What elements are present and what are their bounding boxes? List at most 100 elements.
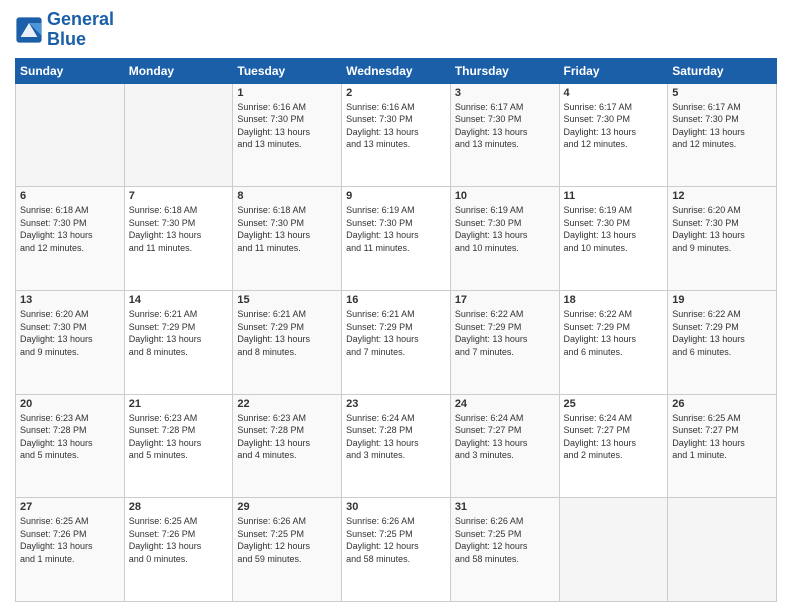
day-number: 25 <box>564 398 664 410</box>
day-info: Sunrise: 6:26 AM Sunset: 7:25 PM Dayligh… <box>455 515 555 565</box>
day-info: Sunrise: 6:19 AM Sunset: 7:30 PM Dayligh… <box>455 204 555 254</box>
day-number: 6 <box>20 190 120 202</box>
calendar-cell: 13Sunrise: 6:20 AM Sunset: 7:30 PM Dayli… <box>16 290 125 394</box>
day-number: 19 <box>672 294 772 306</box>
day-number: 27 <box>20 501 120 513</box>
day-info: Sunrise: 6:23 AM Sunset: 7:28 PM Dayligh… <box>129 412 229 462</box>
day-number: 5 <box>672 87 772 99</box>
day-info: Sunrise: 6:21 AM Sunset: 7:29 PM Dayligh… <box>346 308 446 358</box>
day-number: 23 <box>346 398 446 410</box>
calendar-cell: 19Sunrise: 6:22 AM Sunset: 7:29 PM Dayli… <box>668 290 777 394</box>
day-number: 16 <box>346 294 446 306</box>
day-header-wednesday: Wednesday <box>342 58 451 83</box>
day-info: Sunrise: 6:16 AM Sunset: 7:30 PM Dayligh… <box>237 101 337 151</box>
calendar-cell: 31 Sunrise: 6:26 AM Sunset: 7:25 PM Dayli… <box>450 498 559 602</box>
calendar-week-row: 6 Sunrise: 6:18 AM Sunset: 7:30 PM Daylig… <box>16 187 777 291</box>
calendar-cell: 25 Sunrise: 6:24 AM Sunset: 7:27 PM Dayli… <box>559 394 668 498</box>
day-info: Sunrise: 6:25 AM Sunset: 7:26 PM Dayligh… <box>129 515 229 565</box>
calendar-cell: 8Sunrise: 6:18 AM Sunset: 7:30 PM Daylig… <box>233 187 342 291</box>
day-info: Sunrise: 6:17 AM Sunset: 7:30 PM Dayligh… <box>455 101 555 151</box>
calendar-cell: 29 Sunrise: 6:26 AM Sunset: 7:25 PM Dayli… <box>233 498 342 602</box>
day-info: Sunrise: 6:17 AM Sunset: 7:30 PM Dayligh… <box>564 101 664 151</box>
day-number: 18 <box>564 294 664 306</box>
day-info: Sunrise: 6:21 AM Sunset: 7:29 PM Dayligh… <box>129 308 229 358</box>
day-info: Sunrise: 6:26 AM Sunset: 7:25 PM Dayligh… <box>237 515 337 565</box>
day-info: Sunrise: 6:24 AM Sunset: 7:27 PM Dayligh… <box>564 412 664 462</box>
day-info: Sunrise: 6:18 AM Sunset: 7:30 PM Dayligh… <box>237 204 337 254</box>
day-info: Sunrise: 6:25 AM Sunset: 7:26 PM Dayligh… <box>20 515 120 565</box>
calendar-cell: 26 Sunrise: 6:25 AM Sunset: 7:27 PM Dayli… <box>668 394 777 498</box>
day-number: 20 <box>20 398 120 410</box>
calendar-cell: 3 Sunrise: 6:17 AM Sunset: 7:30 PM Daylig… <box>450 83 559 187</box>
calendar-week-row: 27 Sunrise: 6:25 AM Sunset: 7:26 PM Dayli… <box>16 498 777 602</box>
day-info: Sunrise: 6:16 AM Sunset: 7:30 PM Dayligh… <box>346 101 446 151</box>
day-info: Sunrise: 6:19 AM Sunset: 7:30 PM Dayligh… <box>564 204 664 254</box>
calendar-cell: 11Sunrise: 6:19 AM Sunset: 7:30 PM Dayli… <box>559 187 668 291</box>
calendar-cell: 10 Sunrise: 6:19 AM Sunset: 7:30 PM Dayli… <box>450 187 559 291</box>
day-header-saturday: Saturday <box>668 58 777 83</box>
day-header-monday: Monday <box>124 58 233 83</box>
day-header-friday: Friday <box>559 58 668 83</box>
day-info: Sunrise: 6:17 AM Sunset: 7:30 PM Dayligh… <box>672 101 772 151</box>
calendar-week-row: 13Sunrise: 6:20 AM Sunset: 7:30 PM Dayli… <box>16 290 777 394</box>
day-header-thursday: Thursday <box>450 58 559 83</box>
day-number: 29 <box>237 501 337 513</box>
day-number: 7 <box>129 190 229 202</box>
calendar-cell: 30Sunrise: 6:26 AM Sunset: 7:25 PM Dayli… <box>342 498 451 602</box>
calendar-cell: 12Sunrise: 6:20 AM Sunset: 7:30 PM Dayli… <box>668 187 777 291</box>
calendar-cell <box>668 498 777 602</box>
calendar-cell: 15 Sunrise: 6:21 AM Sunset: 7:29 PM Dayli… <box>233 290 342 394</box>
day-number: 3 <box>455 87 555 99</box>
day-number: 15 <box>237 294 337 306</box>
calendar-header-row: SundayMondayTuesdayWednesdayThursdayFrid… <box>16 58 777 83</box>
day-info: Sunrise: 6:18 AM Sunset: 7:30 PM Dayligh… <box>20 204 120 254</box>
calendar-week-row: 20 Sunrise: 6:23 AM Sunset: 7:28 PM Dayli… <box>16 394 777 498</box>
day-info: Sunrise: 6:19 AM Sunset: 7:30 PM Dayligh… <box>346 204 446 254</box>
day-number: 17 <box>455 294 555 306</box>
day-info: Sunrise: 6:22 AM Sunset: 7:29 PM Dayligh… <box>455 308 555 358</box>
day-number: 4 <box>564 87 664 99</box>
day-number: 31 <box>455 501 555 513</box>
day-info: Sunrise: 6:24 AM Sunset: 7:28 PM Dayligh… <box>346 412 446 462</box>
calendar-cell <box>124 83 233 187</box>
calendar-cell: 7 Sunrise: 6:18 AM Sunset: 7:30 PM Daylig… <box>124 187 233 291</box>
calendar-cell: 20Sunrise: 6:23 AM Sunset: 7:28 PM Dayli… <box>16 394 125 498</box>
calendar-cell: 17 Sunrise: 6:22 AM Sunset: 7:29 PM Dayli… <box>450 290 559 394</box>
day-info: Sunrise: 6:18 AM Sunset: 7:30 PM Dayligh… <box>129 204 229 254</box>
calendar-cell: 24Sunrise: 6:24 AM Sunset: 7:27 PM Dayli… <box>450 394 559 498</box>
logo-text: General <box>47 10 114 30</box>
calendar-cell <box>16 83 125 187</box>
day-number: 14 <box>129 294 229 306</box>
header: General Blue <box>15 10 777 50</box>
day-info: Sunrise: 6:21 AM Sunset: 7:29 PM Dayligh… <box>237 308 337 358</box>
day-number: 1 <box>237 87 337 99</box>
day-number: 2 <box>346 87 446 99</box>
day-number: 28 <box>129 501 229 513</box>
calendar-cell: 14 Sunrise: 6:21 AM Sunset: 7:29 PM Dayli… <box>124 290 233 394</box>
calendar-cell: 2 Sunrise: 6:16 AM Sunset: 7:30 PM Daylig… <box>342 83 451 187</box>
day-number: 30 <box>346 501 446 513</box>
day-number: 21 <box>129 398 229 410</box>
calendar-cell: 9 Sunrise: 6:19 AM Sunset: 7:30 PM Daylig… <box>342 187 451 291</box>
calendar-table: SundayMondayTuesdayWednesdayThursdayFrid… <box>15 58 777 602</box>
calendar-cell: 18 Sunrise: 6:22 AM Sunset: 7:29 PM Dayli… <box>559 290 668 394</box>
page: General Blue SundayMondayTuesdayWednesda… <box>0 0 792 612</box>
day-number: 22 <box>237 398 337 410</box>
day-number: 24 <box>455 398 555 410</box>
calendar-cell: 28 Sunrise: 6:25 AM Sunset: 7:26 PM Dayli… <box>124 498 233 602</box>
day-info: Sunrise: 6:22 AM Sunset: 7:29 PM Dayligh… <box>564 308 664 358</box>
day-header-tuesday: Tuesday <box>233 58 342 83</box>
calendar-cell: 21 Sunrise: 6:23 AM Sunset: 7:28 PM Dayli… <box>124 394 233 498</box>
calendar-cell: 5 Sunrise: 6:17 AM Sunset: 7:30 PM Daylig… <box>668 83 777 187</box>
calendar-cell: 4 Sunrise: 6:17 AM Sunset: 7:30 PM Daylig… <box>559 83 668 187</box>
calendar-cell: 22Sunrise: 6:23 AM Sunset: 7:28 PM Dayli… <box>233 394 342 498</box>
day-info: Sunrise: 6:25 AM Sunset: 7:27 PM Dayligh… <box>672 412 772 462</box>
day-header-sunday: Sunday <box>16 58 125 83</box>
logo-icon <box>15 16 43 44</box>
day-number: 10 <box>455 190 555 202</box>
day-info: Sunrise: 6:20 AM Sunset: 7:30 PM Dayligh… <box>20 308 120 358</box>
day-number: 9 <box>346 190 446 202</box>
day-info: Sunrise: 6:20 AM Sunset: 7:30 PM Dayligh… <box>672 204 772 254</box>
day-number: 26 <box>672 398 772 410</box>
calendar-cell <box>559 498 668 602</box>
